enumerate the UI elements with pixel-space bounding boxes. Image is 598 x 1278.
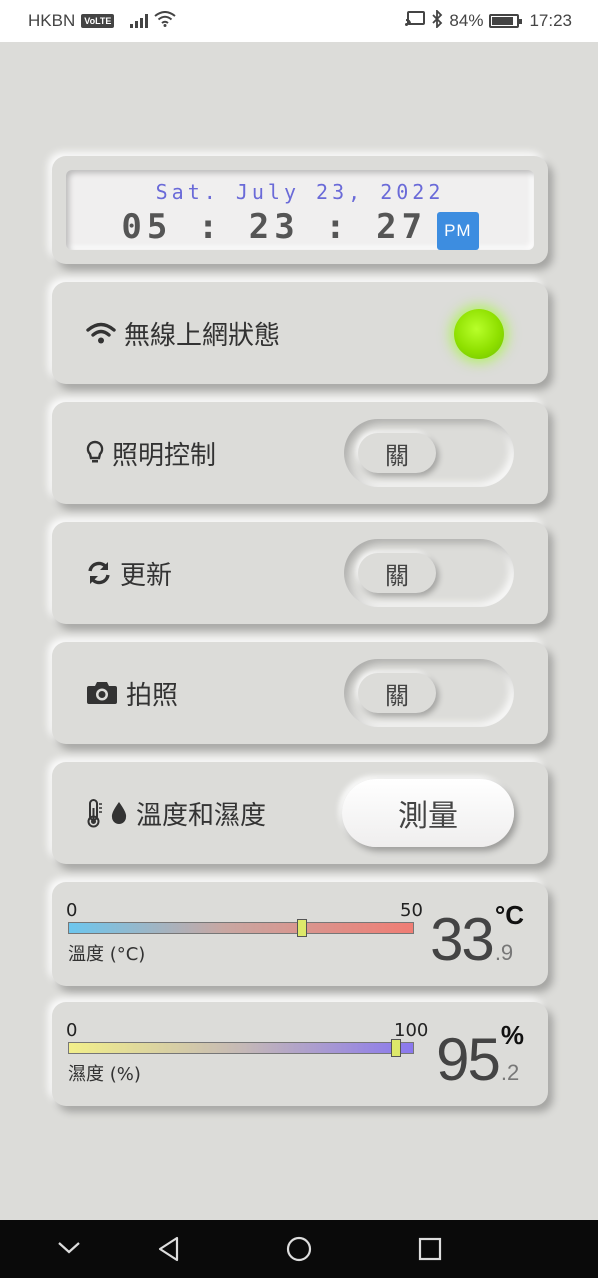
cast-icon [405,10,426,32]
climate-row: 溫度和濕度 [86,762,266,864]
humidity-min-label: 0 [66,1020,78,1041]
droplet-icon [110,801,128,825]
temperature-slider-thumb[interactable] [297,919,308,937]
battery-icon [489,14,523,28]
lighting-card: 照明控制 關 [52,402,548,504]
refresh-toggle-knob[interactable]: 關 [358,553,436,593]
clock-card: Sat. July 23, 2022 05 : 23 : 27 PM [52,156,548,264]
humidity-slider-thumb[interactable] [391,1039,402,1057]
lighting-toggle-knob[interactable]: 關 [358,433,436,473]
back-icon[interactable] [156,1236,182,1266]
photo-card: 拍照 關 [52,642,548,744]
battery-percent: 84% [449,11,484,30]
ampm-badge: PM [437,212,479,250]
refresh-toggle[interactable]: 關 [344,539,514,607]
humidity-reading: 95 % .2 [436,1012,524,1096]
humidity-card: 0 100 濕度 (%) 95 % .2 [52,1002,548,1106]
lighting-row: 照明控制 [86,402,216,504]
climate-card: 溫度和濕度 測量 [52,762,548,864]
photo-toggle-knob[interactable]: 關 [358,673,436,713]
lighting-toggle[interactable]: 關 [344,419,514,487]
temperature-value: 33 [430,906,495,973]
volte-badge: VoLTE [81,14,115,28]
wifi-status-icon [154,10,177,32]
lightbulb-icon [86,440,104,466]
temperature-max-label: 50 [400,900,423,921]
navigation-bar [0,1220,598,1278]
humidity-decimal: .2 [500,1060,520,1085]
humidity-slider[interactable] [68,1039,414,1057]
recents-icon[interactable] [418,1237,442,1265]
humidity-unit: % [500,1020,524,1050]
wifi-status-row: 無線上網狀態 [86,282,280,384]
temperature-slider[interactable] [68,919,414,937]
measure-button[interactable]: 測量 [342,779,514,847]
lighting-label: 照明控制 [112,440,217,471]
refresh-icon [86,560,112,586]
status-bar: HKBN VoLTE 84% 17:23 [0,0,598,42]
humidity-max-label: 100 [394,1020,429,1041]
wifi-icon [86,321,116,345]
photo-toggle[interactable]: 關 [344,659,514,727]
photo-row: 拍照 [86,642,178,744]
collapse-icon[interactable] [56,1240,82,1260]
temperature-reading: 33 °C .9 [430,892,524,976]
photo-label: 拍照 [126,680,179,711]
temperature-min-label: 0 [66,900,78,921]
refresh-label: 更新 [120,560,173,591]
camera-icon [86,680,118,706]
refresh-row: 更新 [86,522,172,624]
status-time: 17:23 [529,11,572,30]
wifi-status-led [454,309,504,359]
home-icon[interactable] [286,1236,312,1266]
wifi-status-card: 無線上網狀態 [52,282,548,384]
signal-icon [130,14,149,28]
clock-display: Sat. July 23, 2022 05 : 23 : 27 PM [66,170,534,250]
clock-time-row: 05 : 23 : 27 PM [121,204,479,250]
clock-time: 05 : 23 : 27 [121,207,428,247]
thermometer-icon [86,798,102,828]
temperature-unit: °C [494,900,524,930]
wifi-status-label: 無線上網狀態 [124,320,281,351]
clock-date: Sat. July 23, 2022 [155,180,445,204]
carrier-name: HKBN [28,11,76,30]
humidity-caption: 濕度 (%) [68,1064,141,1085]
bluetooth-icon [431,8,443,33]
temperature-caption: 溫度 (°C) [68,944,146,965]
refresh-card: 更新 關 [52,522,548,624]
humidity-value: 95 [436,1026,501,1093]
temperature-decimal: .9 [494,940,514,965]
climate-label: 溫度和濕度 [136,800,267,831]
temperature-card: 0 50 溫度 (°C) 33 °C .9 [52,882,548,986]
